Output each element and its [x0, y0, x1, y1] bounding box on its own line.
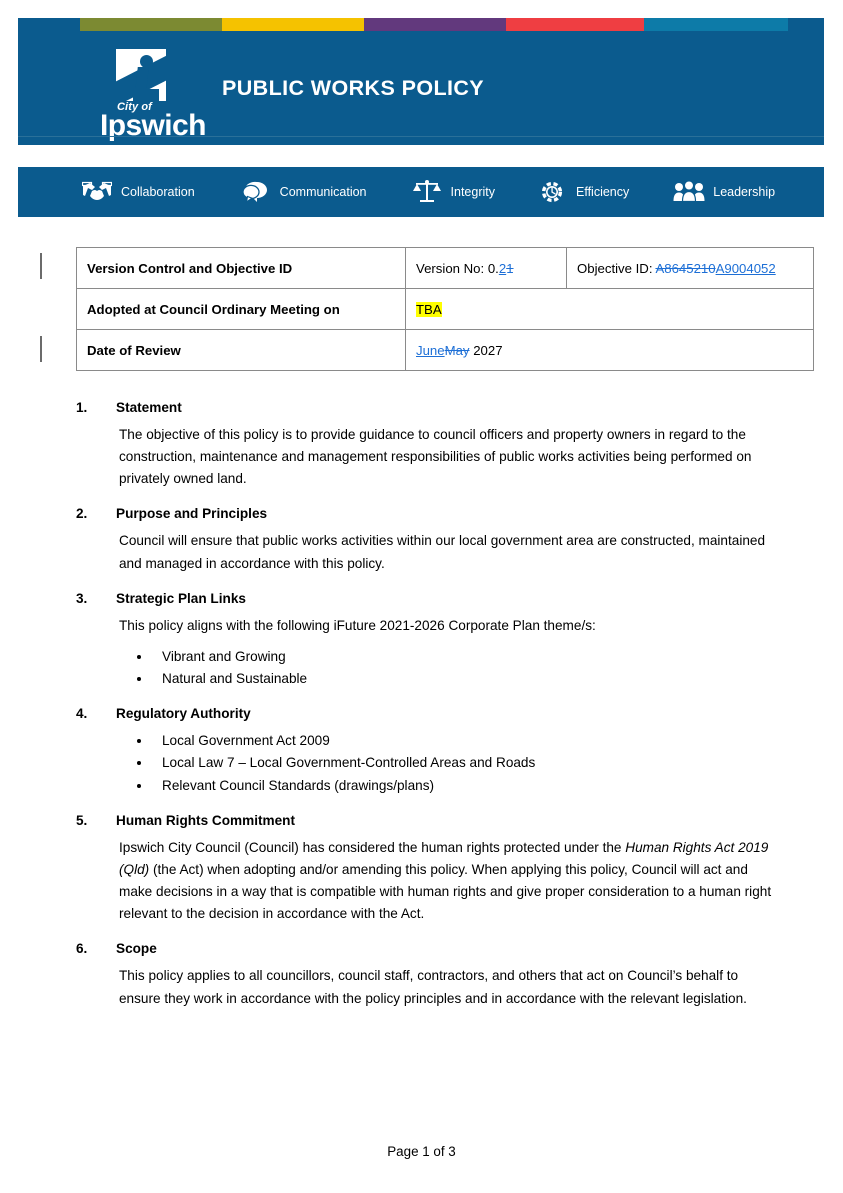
change-bar-row3	[40, 336, 42, 362]
section-paragraph-5: Ipswich City Council (Council) has consi…	[119, 837, 776, 926]
value-label-integrity: Integrity	[450, 185, 495, 199]
section-number-6: 6.	[76, 941, 88, 957]
color-segment-olive	[80, 18, 223, 31]
objective-inserted: A9004052	[715, 260, 776, 276]
date-of-review-cell: JuneMay 2027	[405, 329, 814, 371]
document-header: City of Ipswich PUBLIC WORKS POLICY	[18, 18, 824, 145]
section-heading-1: 1. Statement	[76, 400, 776, 415]
change-bar-row1	[40, 253, 42, 279]
page-footer: Page 1 of 3	[387, 1144, 456, 1159]
version-control-label: Version Control and Objective ID	[76, 247, 406, 289]
value-label-leadership: Leadership	[713, 185, 776, 199]
adopted-label: Adopted at Council Ordinary Meeting on	[76, 288, 406, 330]
value-label-communication: Communication	[279, 185, 367, 199]
handshake-icon	[80, 178, 114, 206]
objective-deleted: A8645210	[655, 260, 716, 276]
section-title-5: Human Rights Commitment	[116, 812, 295, 828]
list-item: Relevant Council Standards (drawings/pla…	[152, 775, 776, 797]
scales-icon	[410, 178, 444, 206]
color-segment-purple	[364, 18, 507, 31]
document-page: City of Ipswich PUBLIC WORKS POLICY Coll…	[0, 0, 843, 1193]
review-year: 2027	[469, 342, 503, 358]
version-deleted: 1	[506, 260, 514, 276]
list-item: Local Law 7 – Local Government-Controlle…	[152, 752, 776, 774]
section-title-1: Statement	[116, 400, 182, 415]
section-number-2: 2.	[76, 506, 88, 522]
value-label-collaboration: Collaboration	[121, 185, 195, 199]
corporate-values-bar: Collaboration Communication Integrity Ef…	[18, 167, 824, 217]
people-icon	[672, 178, 706, 206]
objective-id-cell: Objective ID: A8645210A9004052	[566, 247, 814, 289]
objective-prefix: Objective ID:	[577, 260, 656, 276]
list-item: Vibrant and Growing	[152, 646, 776, 668]
review-month-inserted: June	[416, 342, 445, 358]
section-title-3: Strategic Plan Links	[116, 590, 246, 606]
value-efficiency: Efficiency	[535, 178, 629, 206]
section-heading-3: 3. Strategic Plan Links	[76, 591, 776, 606]
review-month-deleted: May	[444, 342, 470, 358]
section-number-1: 1.	[76, 400, 88, 415]
section-4-bullet-list: Local Government Act 2009 Local Law 7 – …	[119, 730, 776, 796]
version-number-cell: Version No: 0.21	[405, 247, 567, 289]
color-segment-teal	[643, 18, 789, 31]
adopted-value-cell: TBA	[405, 288, 814, 330]
version-prefix: Version No: 0.	[416, 260, 499, 276]
gear-icon	[535, 178, 569, 206]
section-title-4: Regulatory Authority	[116, 706, 251, 722]
value-label-efficiency: Efficiency	[575, 185, 630, 199]
policy-body: 1. Statement The objective of this polic…	[76, 400, 776, 1010]
section-heading-2: 2. Purpose and Principles	[76, 506, 776, 521]
section-number-4: 4.	[76, 706, 88, 722]
section-number-3: 3.	[76, 590, 88, 606]
section-paragraph-3: This policy aligns with the following iF…	[119, 617, 596, 633]
ipswich-logo-icon	[116, 49, 166, 101]
value-integrity: Integrity	[410, 178, 495, 206]
section-paragraph-2: Council will ensure that public works ac…	[119, 533, 766, 571]
section-3-bullet-list: Vibrant and Growing Natural and Sustaina…	[119, 646, 776, 690]
speech-bubbles-icon	[239, 178, 273, 206]
hr-text-part2: (the Act) when adopting and/or amending …	[119, 861, 772, 922]
value-collaboration: Collaboration	[80, 178, 195, 206]
header-divider	[18, 136, 824, 137]
adopted-value-highlight: TBA	[416, 301, 442, 317]
section-heading-5: 5. Human Rights Commitment	[76, 813, 776, 828]
value-communication: Communication	[239, 178, 367, 206]
page-title: PUBLIC WORKS POLICY	[222, 76, 485, 100]
version-control-table: Version Control and Objective ID Version…	[76, 247, 814, 371]
section-paragraph-1: The objective of this policy is to provi…	[119, 427, 752, 487]
color-segment-red	[506, 18, 644, 31]
table-row: Adopted at Council Ordinary Meeting on T…	[76, 288, 814, 330]
ipswich-logo: City of Ipswich	[96, 49, 206, 149]
section-heading-4: 4. Regulatory Authority	[76, 706, 776, 721]
table-row: Version Control and Objective ID Version…	[76, 247, 814, 289]
section-title-2: Purpose and Principles	[116, 506, 268, 522]
section-paragraph-6: This policy applies to all councillors, …	[119, 968, 747, 1006]
section-heading-6: 6. Scope	[76, 941, 776, 956]
color-segment-gold	[222, 18, 365, 31]
table-row: Date of Review JuneMay 2027	[76, 329, 814, 371]
brand-color-bar	[80, 18, 824, 31]
value-leadership: Leadership	[672, 178, 775, 206]
list-item: Local Government Act 2009	[152, 730, 776, 752]
section-title-6: Scope	[116, 941, 157, 957]
section-number-5: 5.	[76, 812, 88, 828]
list-item: Natural and Sustainable	[152, 668, 776, 690]
date-of-review-label: Date of Review	[76, 329, 406, 371]
hr-text-part1: Ipswich City Council (Council) has consi…	[119, 839, 626, 855]
